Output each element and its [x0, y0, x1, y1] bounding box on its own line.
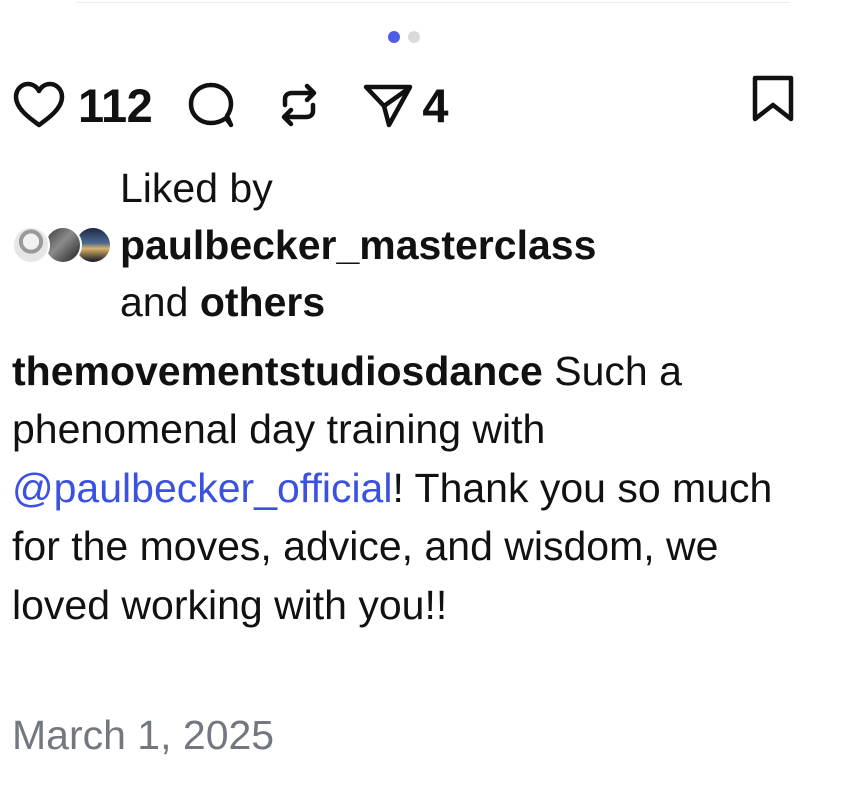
carousel-pager	[388, 31, 420, 43]
repost-icon[interactable]	[276, 80, 322, 130]
liked-by-prefix: Liked by	[120, 165, 273, 211]
liker-avatars[interactable]	[12, 224, 112, 268]
repost-action	[276, 80, 322, 130]
pager-dot-active[interactable]	[388, 31, 400, 43]
post-date: March 1, 2025	[12, 712, 275, 758]
action-bar: 112 4	[12, 74, 448, 136]
liked-by: Liked by paulbecker_masterclass and othe…	[12, 160, 596, 331]
caption-username[interactable]: themovementstudiosdance	[12, 348, 543, 394]
comment-action	[186, 80, 236, 130]
bookmark-icon[interactable]	[750, 74, 796, 124]
caption-mention[interactable]: @paulbecker_official	[12, 465, 392, 511]
liked-by-others-line: and others	[120, 274, 596, 331]
share-action: 4	[362, 80, 448, 130]
divider	[76, 2, 790, 3]
heart-icon[interactable]	[12, 80, 66, 130]
like-count[interactable]: 112	[78, 82, 153, 129]
post-detail: 112 4 Liked by paulbecker_masterclass an…	[0, 0, 850, 796]
share-count[interactable]: 4	[422, 82, 448, 129]
like-action: 112	[12, 80, 153, 130]
liked-by-user[interactable]: paulbecker_masterclass	[120, 217, 596, 274]
liked-by-text: Liked by paulbecker_masterclass and othe…	[120, 160, 596, 331]
avatar[interactable]	[12, 225, 50, 264]
liked-by-others[interactable]: others	[200, 279, 325, 325]
send-icon[interactable]	[362, 80, 414, 130]
liked-by-connector: and	[120, 279, 189, 325]
pager-dot[interactable]	[408, 31, 420, 43]
bookmark-button[interactable]	[750, 74, 796, 124]
comment-icon[interactable]	[186, 80, 236, 130]
post-caption: themovementstudiosdance Such a phenomena…	[12, 342, 812, 634]
